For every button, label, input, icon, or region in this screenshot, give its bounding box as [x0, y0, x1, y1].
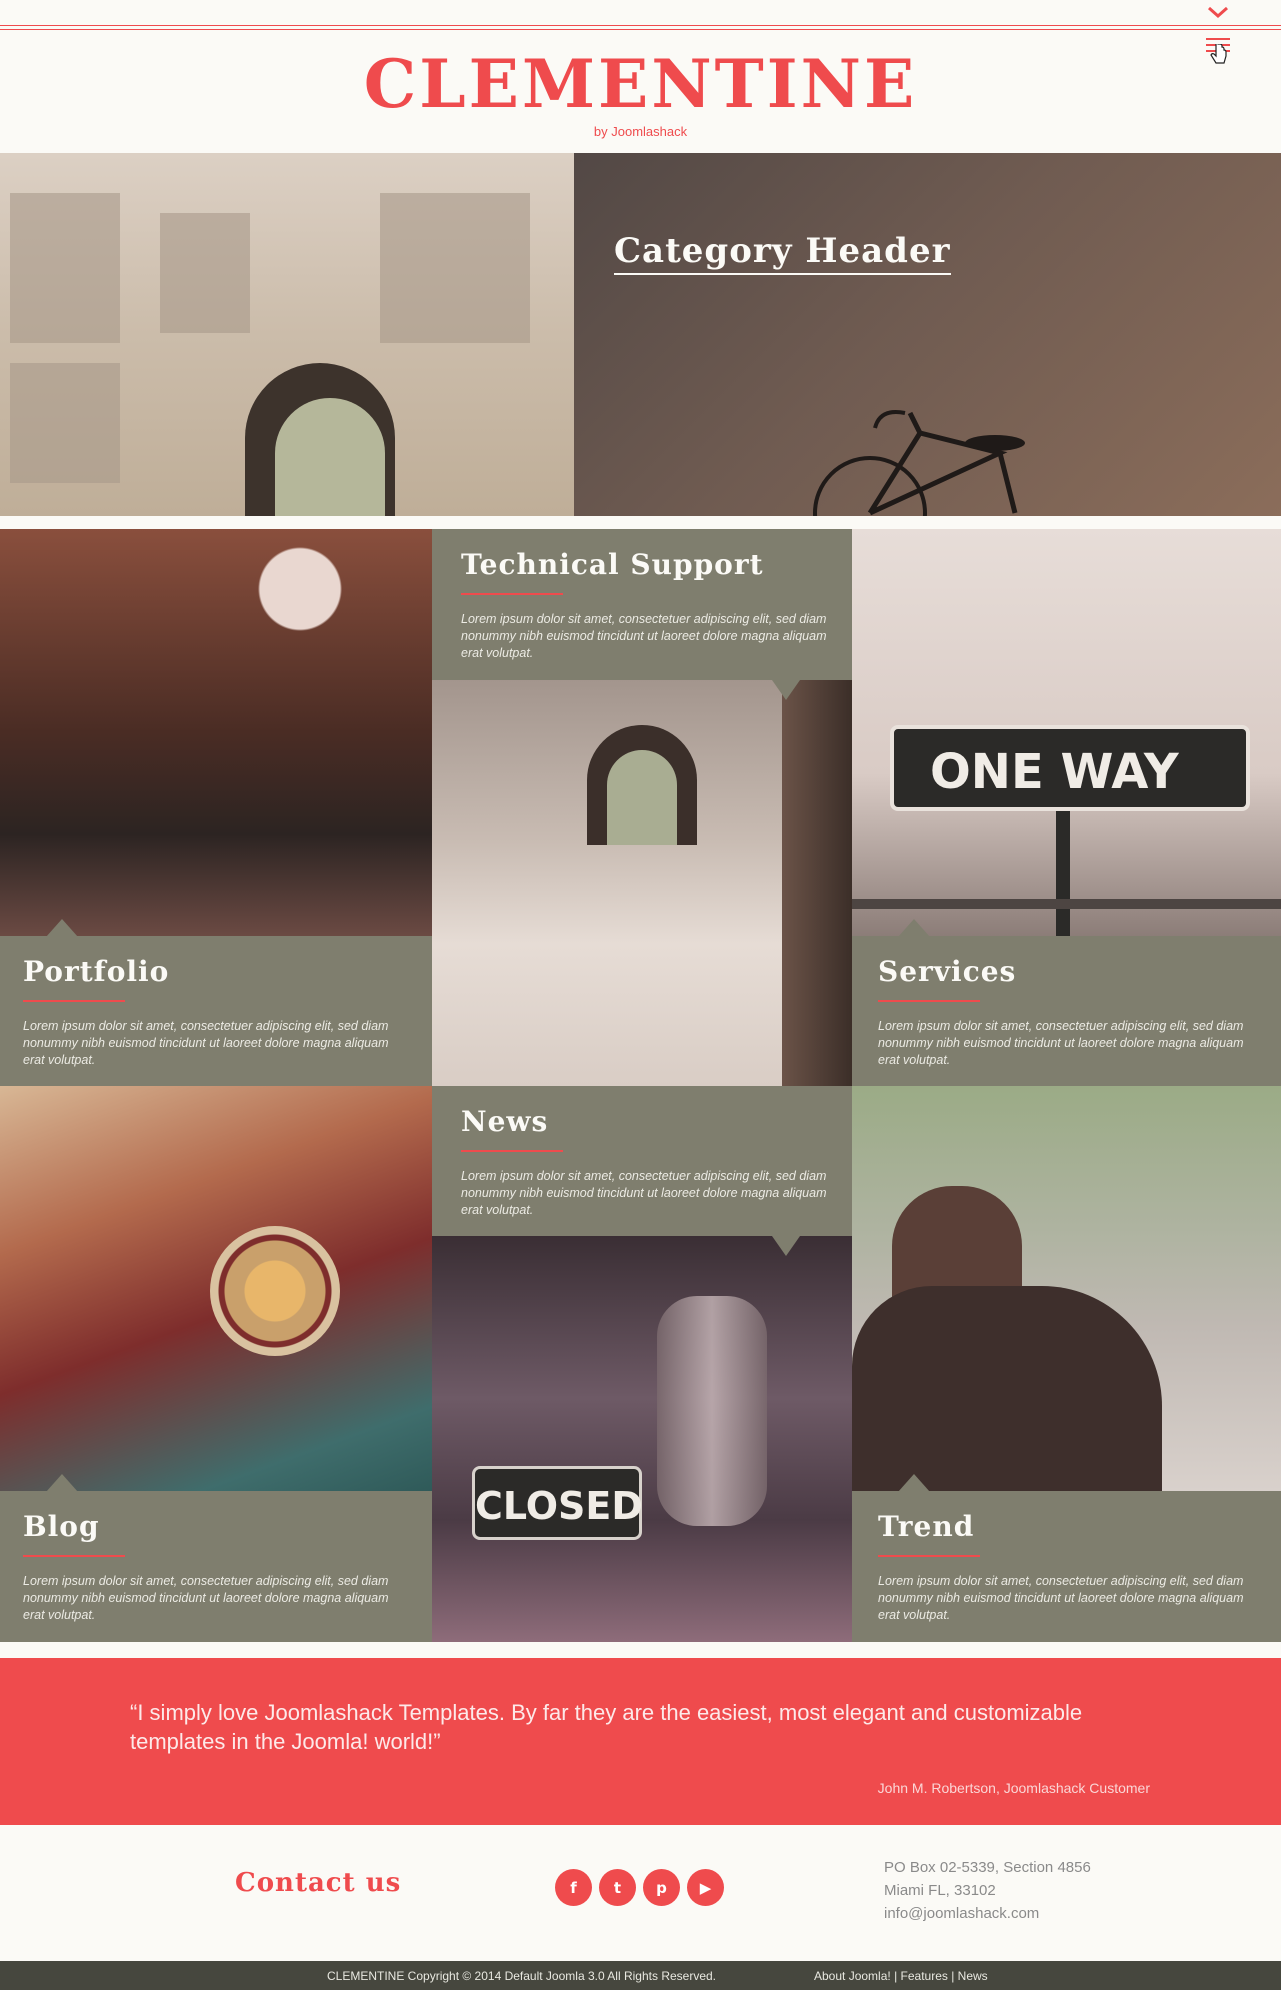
card-divider — [461, 1150, 563, 1152]
card-divider — [461, 593, 563, 595]
facebook-icon[interactable]: f — [555, 1869, 592, 1906]
social-links: f t p ▶ — [555, 1869, 724, 1906]
feature-grid: Portfolio Lorem ipsum dolor sit amet, co… — [0, 529, 1281, 1642]
contact-us-heading[interactable]: Contact us — [235, 1868, 401, 1898]
photographer-body — [852, 1286, 1162, 1491]
footer-link-news[interactable]: News — [958, 1969, 988, 1983]
card-pointer — [46, 919, 78, 937]
category-header-title[interactable]: Category Header — [614, 231, 951, 275]
card-text: Lorem ipsum dolor sit amet, consectetuer… — [23, 1019, 389, 1067]
bicycle-icon — [813, 410, 1025, 516]
radio-dial — [210, 1226, 340, 1356]
contact-address: PO Box 02-5339, Section 4856 Miami FL, 3… — [884, 1856, 1091, 1925]
card-divider — [878, 1555, 980, 1557]
tuba — [657, 1296, 767, 1526]
site-byline: by Joomlashack — [593, 124, 688, 139]
card-title[interactable]: Services — [878, 954, 1255, 990]
hero-window — [10, 363, 120, 483]
hero-archway-light — [275, 398, 385, 516]
card-divider — [23, 1555, 125, 1557]
card-pointer — [898, 1474, 930, 1492]
card-text: Lorem ipsum dolor sit amet, consectetuer… — [461, 612, 827, 660]
one-way-sign-image: ONE WAY — [852, 529, 1281, 936]
portfolio-card[interactable]: Portfolio Lorem ipsum dolor sit amet, co… — [0, 936, 432, 1086]
card-pointer — [772, 680, 800, 700]
technical-support-card[interactable]: Technical Support Lorem ipsum dolor sit … — [432, 529, 852, 680]
one-way-sign: ONE WAY — [890, 725, 1250, 811]
closed-sign: CLOSED — [472, 1466, 643, 1540]
archway-street-image — [432, 680, 852, 1086]
hero-window — [380, 193, 530, 343]
hero-window — [160, 213, 250, 333]
footer-link-features[interactable]: Features — [901, 1969, 948, 1983]
radio-image — [0, 1086, 432, 1491]
card-divider — [878, 1000, 980, 1002]
card-text: Lorem ipsum dolor sit amet, consectetuer… — [23, 1574, 389, 1622]
card-text: Lorem ipsum dolor sit amet, consectetuer… — [878, 1574, 1244, 1622]
chevron-down-icon[interactable] — [1206, 4, 1230, 20]
testimonial-quote: “I simply love Joomlashack Templates. By… — [130, 1700, 1083, 1754]
services-card[interactable]: Services Lorem ipsum dolor sit amet, con… — [852, 936, 1281, 1086]
footer-link-about-joomla[interactable]: About Joomla! — [814, 1969, 891, 1983]
street-wall — [782, 680, 852, 1086]
footer-links: About Joomla! | Features | News — [814, 1969, 988, 1983]
twitter-icon[interactable]: t — [599, 1869, 636, 1906]
address-line-2: Miami FL, 33102 — [884, 1882, 996, 1899]
card-title[interactable]: Technical Support — [461, 547, 823, 583]
top-rule — [0, 25, 1281, 26]
street-archway-light — [607, 750, 677, 845]
contact-email[interactable]: info@joomlashack.com — [884, 1902, 1091, 1925]
youtube-icon[interactable]: ▶ — [687, 1869, 724, 1906]
card-title[interactable]: News — [461, 1104, 823, 1140]
card-title[interactable]: Blog — [23, 1509, 409, 1545]
railing — [852, 899, 1281, 909]
site-logo[interactable]: CLEMENTINE by Joomlashack — [0, 44, 1281, 140]
category-hero: Category Header — [0, 153, 1281, 516]
card-divider — [23, 1000, 125, 1002]
news-card[interactable]: News Lorem ipsum dolor sit amet, consect… — [432, 1086, 852, 1236]
card-text: Lorem ipsum dolor sit amet, consectetuer… — [461, 1169, 827, 1217]
photographer-image — [852, 1086, 1281, 1491]
sign-post — [1056, 811, 1070, 936]
card-title[interactable]: Portfolio — [23, 954, 409, 990]
typewriter-image — [0, 529, 432, 936]
blog-card[interactable]: Blog Lorem ipsum dolor sit amet, consect… — [0, 1491, 432, 1642]
card-pointer — [898, 919, 930, 937]
card-text: Lorem ipsum dolor sit amet, consectetuer… — [878, 1019, 1244, 1067]
footer-bar: CLEMENTINE Copyright © 2014 Default Joom… — [0, 1961, 1281, 1990]
card-pointer — [772, 1236, 800, 1256]
trend-card[interactable]: Trend Lorem ipsum dolor sit amet, consec… — [852, 1491, 1281, 1642]
card-pointer — [46, 1474, 78, 1492]
top-rule-secondary — [0, 29, 1281, 30]
closed-shop-image: CLOSED — [432, 1236, 852, 1642]
site-title[interactable]: CLEMENTINE — [0, 44, 1281, 124]
copyright-text: CLEMENTINE Copyright © 2014 Default Joom… — [327, 1969, 717, 1983]
address-line-1: PO Box 02-5339, Section 4856 — [884, 1859, 1091, 1876]
card-title[interactable]: Trend — [878, 1509, 1255, 1545]
hero-window — [10, 193, 120, 343]
testimonial-banner: “I simply love Joomlashack Templates. By… — [0, 1658, 1281, 1825]
pinterest-icon[interactable]: p — [643, 1869, 680, 1906]
testimonial-author: John M. Robertson, Joomlashack Customer — [877, 1780, 1150, 1796]
